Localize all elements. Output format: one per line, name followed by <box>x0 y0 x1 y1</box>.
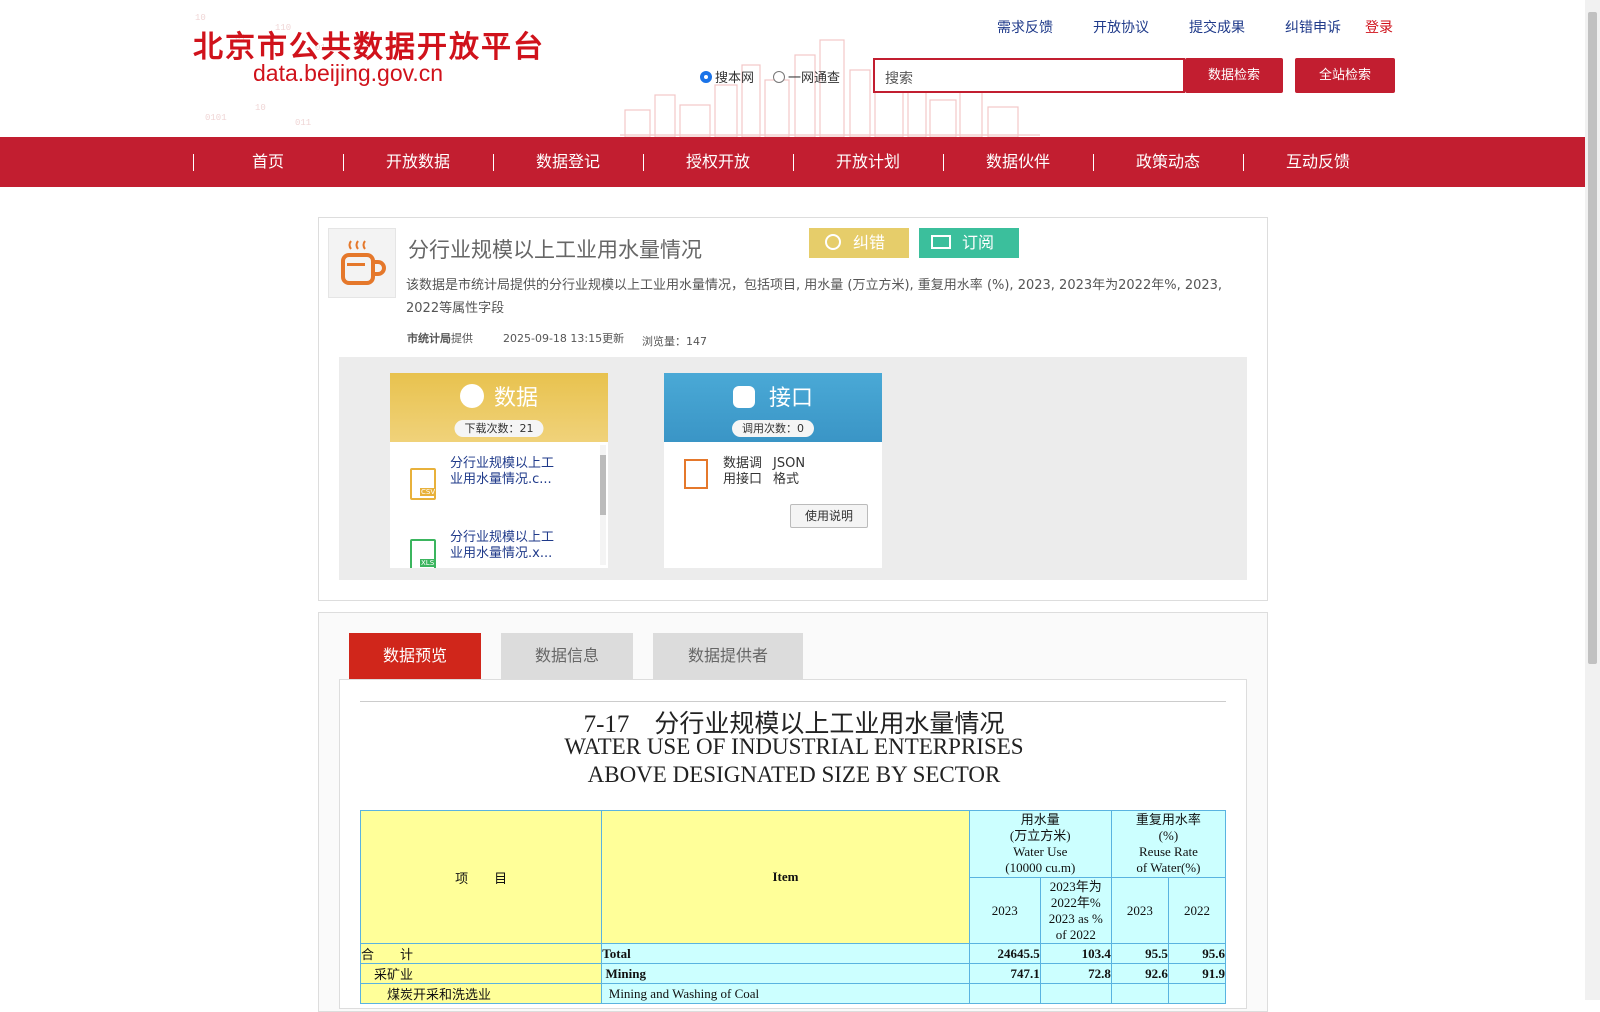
nav-open-data[interactable]: 开放数据 <box>343 137 493 187</box>
nav-open-plan[interactable]: 开放计划 <box>793 137 943 187</box>
main-nav: 首页 开放数据 数据登记 授权开放 开放计划 数据伙伴 政策动态 互动反馈 <box>0 137 1585 187</box>
nav-data-register[interactable]: 数据登记 <box>493 137 643 187</box>
header-water-use: 用水量 (万立方米) Water Use (10000 cu.m) <box>968 810 1112 878</box>
radio-unchecked-icon <box>773 70 785 83</box>
tab-data-info[interactable]: 数据信息 <box>501 633 633 679</box>
file-list-scrollbar[interactable] <box>600 445 606 565</box>
dataset-provider: 市统计局提供 <box>407 332 473 345</box>
dataset-updated: 2025-09-18 13:15更新 <box>503 332 625 345</box>
nav-policy-news[interactable]: 政策动态 <box>1093 137 1243 187</box>
site-logo-domain[interactable]: data.beijing.gov.cn <box>253 60 443 87</box>
toplink-feedback[interactable]: 需求反馈 <box>997 17 1053 37</box>
api-icon <box>732 386 755 408</box>
report-error-button[interactable]: 纠错 <box>809 228 909 258</box>
data-preview-area: 7-17 分行业规模以上工业用水量情况 WATER USE OF INDUSTR… <box>339 679 1247 1009</box>
table-row: 采矿业 Mining 747.1 72.8 92.6 91.9 <box>359 963 1227 984</box>
api-card: 接口 调用次数：0 数据调用接口 JSON格式 使用说明 <box>664 373 882 568</box>
page-scrollbar[interactable] <box>1585 0 1600 1000</box>
header-reuse-2023: 2023 <box>1110 877 1169 944</box>
scrollbar-thumb[interactable] <box>1588 12 1597 664</box>
nav-authorized-open[interactable]: 授权开放 <box>643 137 793 187</box>
toplink-agreement[interactable]: 开放协议 <box>1093 17 1149 37</box>
table-row: 煤炭开采和洗选业 Mining and Washing of Coal <box>359 983 1227 1004</box>
api-type-label: 数据调用接口 <box>723 456 763 487</box>
data-download-card: 数据 下载次数：21 CSV 分行业规模以上工业用水量情况.c... XLS 分… <box>390 373 608 568</box>
nav-data-partners[interactable]: 数据伙伴 <box>943 137 1093 187</box>
api-doc-icon <box>684 459 708 489</box>
api-card-header: 接口 调用次数：0 <box>664 373 882 442</box>
radio-checked-icon <box>700 70 712 83</box>
download-count: 下载次数：21 <box>454 420 544 437</box>
water-use-table: 项 目 Item 用水量 (万立方米) Water Use (10000 cu.… <box>359 810 1227 1004</box>
tab-data-provider[interactable]: 数据提供者 <box>653 633 803 679</box>
xls-file-link[interactable]: 分行业规模以上工业用水量情况.x... <box>450 530 560 562</box>
data-card-title: 数据 <box>493 386 538 411</box>
site-search-button[interactable]: 全站检索 <box>1295 58 1395 93</box>
header-reuse-2022: 2022 <box>1167 877 1227 944</box>
login-link[interactable]: 登录 <box>1365 17 1393 37</box>
table-row: 合 计 Total 24645.5 103.4 95.5 95.6 <box>359 943 1227 964</box>
api-format-label: JSON格式 <box>773 456 806 487</box>
header-item-cn: 项 目 <box>359 810 603 944</box>
table-title-en-2: ABOVE DESIGNATED SIZE BY SECTOR <box>587 762 1001 787</box>
toplink-appeal[interactable]: 纠错申诉 <box>1285 17 1341 37</box>
radio-search-all[interactable]: 一网通查 <box>773 67 840 86</box>
dataset-category-icon <box>328 228 396 298</box>
pie-chart-icon <box>459 384 484 408</box>
api-card-title: 接口 <box>768 386 813 411</box>
svg-text:0101: 0101 <box>205 113 227 123</box>
radio-search-local[interactable]: 搜本网 <box>700 67 754 86</box>
data-card-header: 数据 下载次数：21 <box>390 373 608 442</box>
search-icon <box>825 234 841 250</box>
mail-icon <box>931 235 951 249</box>
tab-data-preview[interactable]: 数据预览 <box>349 633 481 679</box>
data-search-button[interactable]: 数据检索 <box>1185 58 1283 93</box>
search-input[interactable]: 搜索 <box>873 58 1185 93</box>
site-header: 10 01 110 01 0101 10 011 北京市公共数据开放平台 data.bei… <box>0 0 1585 137</box>
header-item-en: Item <box>601 810 970 944</box>
table-title-en-1: WATER USE OF INDUSTRIAL ENTERPRISES <box>564 734 1024 759</box>
header-reuse-rate: 重复用水率 (%) Reuse Rate of Water(%) <box>1110 810 1227 878</box>
svg-text:10: 10 <box>255 103 266 113</box>
usage-guide-button[interactable]: 使用说明 <box>790 504 868 528</box>
nav-interactive-feedback[interactable]: 互动反馈 <box>1243 137 1393 187</box>
dataset-description: 该数据是市统计局提供的分行业规模以上工业用水量情况，包括项目, 用水量 (万立方… <box>406 278 1223 316</box>
dataset-title: 分行业规模以上工业用水量情况 <box>408 238 702 262</box>
call-count: 调用次数：0 <box>732 420 814 437</box>
toplink-submit[interactable]: 提交成果 <box>1189 17 1245 37</box>
xls-file-icon: XLS <box>410 539 436 568</box>
svg-text:011: 011 <box>295 118 311 128</box>
csv-file-link[interactable]: 分行业规模以上工业用水量情况.c... <box>450 456 560 488</box>
subscribe-button[interactable]: 订阅 <box>919 228 1019 258</box>
header-water-pct: 2023年为 2022年% 2023 as % of 2022 <box>1039 877 1112 944</box>
csv-file-icon: CSV <box>410 468 437 500</box>
header-water-2023: 2023 <box>968 877 1041 944</box>
nav-home[interactable]: 首页 <box>193 137 343 187</box>
dataset-views: 浏览量：147 <box>642 335 707 348</box>
